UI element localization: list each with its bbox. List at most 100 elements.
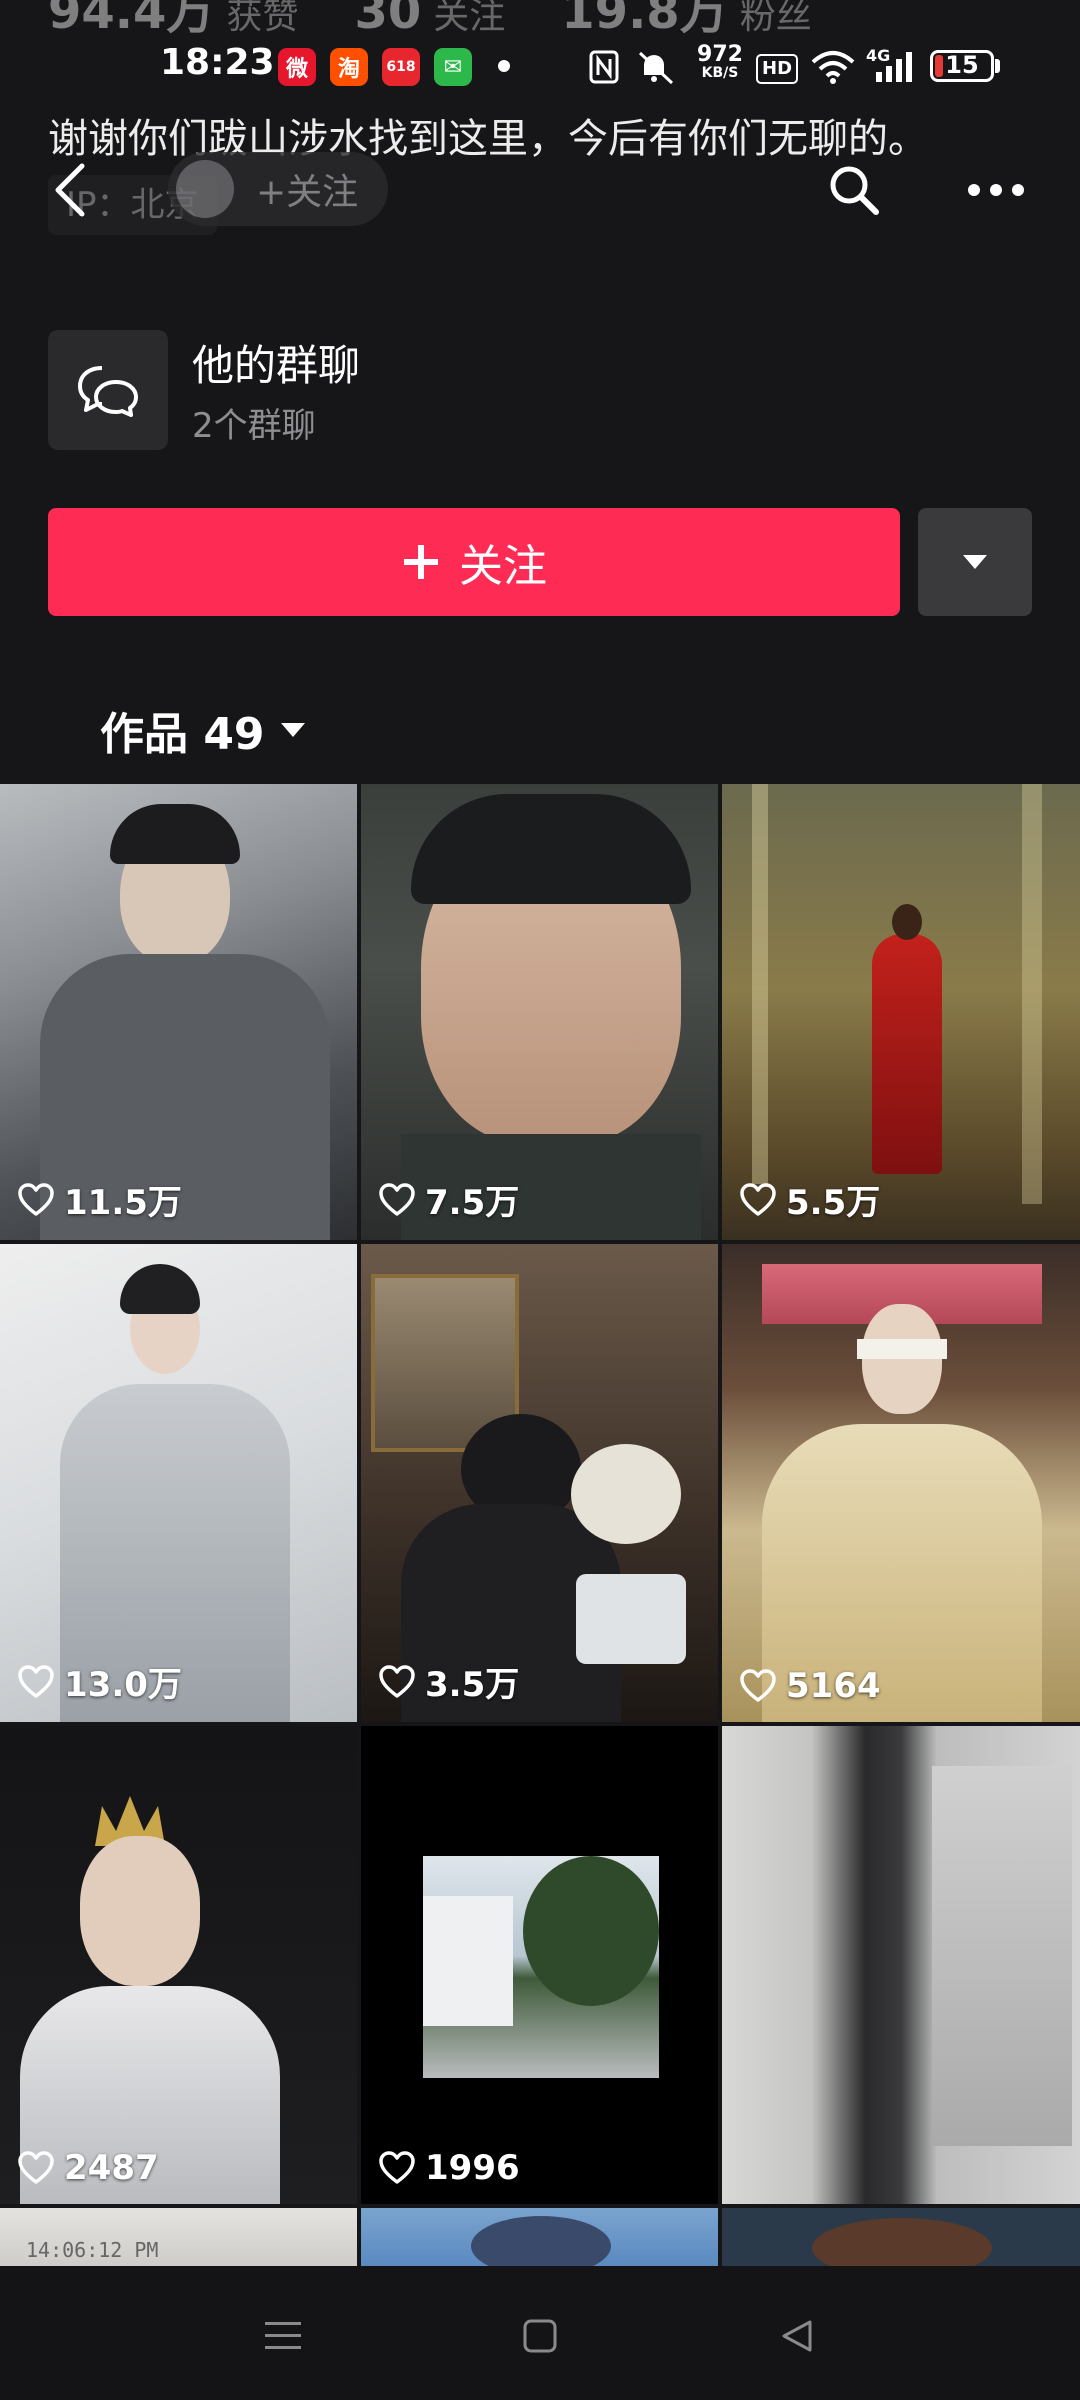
like-count: 3.5万	[379, 1657, 519, 1706]
thumbnail-cake	[576, 1574, 686, 1664]
follow-options-dropdown[interactable]	[918, 508, 1032, 616]
thumbnail-hair	[110, 804, 240, 864]
video-tile[interactable]	[722, 2208, 1080, 2266]
more-notifications-dot-icon	[498, 60, 510, 72]
like-count-value: 3.5万	[425, 1665, 520, 1705]
like-count: 1996	[379, 2148, 520, 2188]
triangle-back-icon	[782, 2320, 812, 2352]
thumbnail-flowers	[571, 1444, 681, 1544]
weibo-icon: 微	[278, 48, 316, 86]
thumbnail-pillar	[1022, 784, 1042, 1204]
shopping-618-icon-glyph: 618	[386, 59, 416, 75]
battery-level: 15	[945, 51, 979, 79]
video-tile[interactable]: 14:06:12 PM	[0, 2208, 357, 2266]
video-timestamp: 14:06:12 PM	[26, 2238, 159, 2262]
like-count: 13.0万	[18, 1657, 182, 1706]
like-count: 11.5万	[18, 1175, 182, 1224]
thumbnail-red-robe	[872, 934, 942, 1174]
signal-icon	[870, 48, 916, 86]
follow-button[interactable]: 关注	[48, 508, 900, 616]
battery-icon: 15	[930, 50, 994, 82]
battery-tip	[995, 59, 1000, 73]
plus-icon	[404, 545, 438, 579]
group-chat-icon-tile[interactable]	[48, 330, 168, 450]
avatar	[176, 160, 234, 218]
tab-works-label: 作品 49	[100, 709, 265, 760]
thumbnail-pillar	[752, 784, 768, 1184]
thumbnail-hair	[812, 2218, 992, 2266]
back-button[interactable]	[30, 150, 110, 230]
like-count: 5164	[740, 1666, 881, 1706]
home-button[interactable]	[500, 2296, 580, 2376]
chat-bubbles-icon	[78, 366, 138, 417]
thumbnail-head	[471, 2216, 611, 2266]
video-tile[interactable]: 1996	[361, 1726, 718, 2204]
heart-outline-icon	[740, 1669, 776, 1702]
thumbnail-hair	[411, 794, 691, 904]
thumbnail-hair	[120, 1264, 200, 1314]
taobao-icon-glyph: 淘	[337, 57, 360, 82]
shopping-618-icon: 618	[382, 48, 420, 86]
recent-apps-button[interactable]	[243, 2296, 323, 2376]
follow-button-label: 关注	[459, 541, 547, 592]
like-count: 7.5万	[379, 1175, 519, 1224]
video-tile[interactable]	[361, 2208, 718, 2266]
video-tile[interactable]: 3.5万	[361, 1244, 718, 1722]
thumbnail-tree	[523, 1856, 659, 2006]
caret-down-icon	[963, 555, 987, 569]
back-nav-button[interactable]	[758, 2296, 838, 2376]
thumbnail-head	[892, 904, 922, 940]
like-count-value: 13.0万	[64, 1665, 182, 1705]
search-icon	[830, 166, 879, 215]
like-count-value: 1996	[425, 2148, 520, 2188]
heart-outline-icon	[379, 2151, 415, 2184]
video-tile[interactable]: 5.5万	[722, 784, 1080, 1240]
like-count-value: 2487	[64, 2148, 159, 2188]
heart-outline-icon	[379, 1664, 415, 1698]
profile-bio: 谢谢你们跋山涉水找到这里，今后有你们无聊的。	[48, 116, 928, 162]
like-count: 2487	[18, 2148, 159, 2188]
mini-follow-pill[interactable]: +关注	[168, 152, 388, 226]
video-tile[interactable]: 11.5万	[0, 784, 357, 1240]
taobao-icon: 淘	[330, 48, 368, 86]
messages-icon: ✉	[434, 48, 472, 86]
hd-voice-icon: HD	[756, 54, 799, 84]
mini-follow-label: +关注	[256, 172, 359, 213]
like-count: 5.5万	[740, 1175, 880, 1224]
video-tile[interactable]: 13.0万	[0, 1244, 357, 1722]
like-count-value: 5164	[786, 1666, 881, 1706]
hd-voice-label: HD	[762, 58, 793, 79]
more-horizontal-icon	[968, 184, 1024, 196]
network-speed: 972 KB/S	[692, 42, 748, 81]
video-tile[interactable]: 7.5万	[361, 784, 718, 1240]
thumbnail-photo	[423, 1856, 659, 2078]
search-button[interactable]	[814, 150, 894, 230]
network-speed-unit: KB/S	[701, 65, 739, 81]
nfc-icon	[588, 48, 620, 86]
square-icon	[523, 2319, 557, 2353]
video-tile[interactable]: 5164	[722, 1244, 1080, 1722]
thumbnail-blindfold	[857, 1339, 947, 1359]
like-count-value: 11.5万	[64, 1183, 182, 1223]
weibo-icon-glyph: 微	[285, 57, 308, 82]
network-speed-value: 972	[697, 42, 743, 67]
video-tile[interactable]: 2487	[0, 1726, 357, 2204]
heart-outline-icon	[18, 2151, 54, 2184]
group-chat-title[interactable]: 他的群聊	[192, 332, 360, 393]
tab-works[interactable]: 作品 49	[100, 698, 307, 762]
video-grid: 11.5万 7.5万 5.5万 13.0万 3.5万 5164 2487 199…	[0, 784, 1080, 2266]
like-count-value: 7.5万	[425, 1183, 520, 1223]
thumbnail-door	[932, 1766, 1072, 2146]
messages-icon-glyph: ✉	[443, 54, 463, 80]
menu-lines-icon	[265, 2322, 301, 2349]
heart-outline-icon	[18, 1182, 54, 1216]
like-count-value: 5.5万	[786, 1183, 881, 1223]
video-tile[interactable]	[722, 1726, 1080, 2204]
group-chat-count: 2个群聊	[192, 406, 316, 446]
heart-outline-icon	[740, 1182, 776, 1216]
more-options-button[interactable]	[956, 150, 1036, 230]
heart-outline-icon	[379, 1182, 415, 1216]
wifi-icon	[810, 48, 856, 86]
thumbnail-face	[80, 1836, 200, 1986]
mute-icon	[634, 48, 678, 86]
